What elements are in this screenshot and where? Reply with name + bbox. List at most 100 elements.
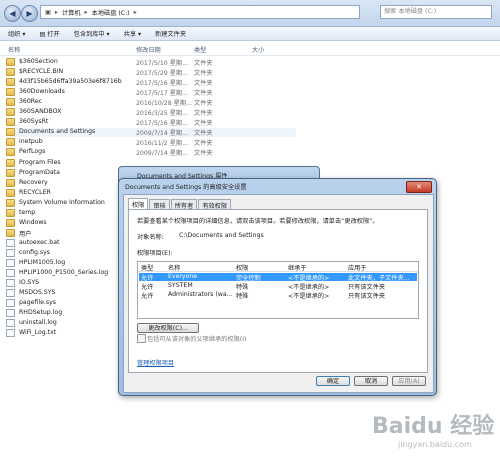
- folder-icon: [6, 158, 15, 167]
- folder-icon: [6, 138, 15, 147]
- change-permissions-button[interactable]: 更改权限(C)...: [137, 323, 199, 333]
- baidu-watermark-url: jingyan.baidu.com: [398, 440, 472, 449]
- folder-icon: [6, 78, 15, 87]
- file-icon: [6, 238, 15, 247]
- breadcrumb[interactable]: ▣ ▸ 计算机 ▸ 本地磁盘 (C:) ▸: [40, 5, 360, 19]
- inherit-checkbox[interactable]: [137, 334, 146, 343]
- file-name: 360Downloads: [19, 88, 65, 96]
- col-type[interactable]: 类型: [194, 45, 206, 54]
- file-type: 文件夹: [194, 130, 213, 138]
- file-name: 4d3f15b65d6ffa39a503e6f8716b: [19, 78, 122, 86]
- list-item[interactable]: $360Section 2017/5/10 星期... 文件夹: [6, 58, 296, 67]
- dialog-body: 权限 审核 所有者 有效权限 若要查看某个权限项目的详细信息，请双击该项目。若要…: [123, 194, 434, 393]
- header-inherited-from[interactable]: 继承于: [288, 263, 307, 272]
- folder-icon: [6, 148, 15, 157]
- manage-permissions-link[interactable]: 管理权限项目: [137, 358, 174, 367]
- list-item[interactable]: PerfLogs 2009/7/14 星期... 文件夹: [6, 148, 296, 157]
- file-name: PerfLogs: [19, 148, 46, 156]
- back-button[interactable]: ◀: [4, 5, 21, 22]
- file-icon: [6, 319, 15, 328]
- permission-entries-table[interactable]: 类型 名称 权限 继承于 应用于 允许 Everyone 完全控制 <不是继承的…: [137, 261, 419, 319]
- folder-icon: [6, 208, 15, 217]
- file-date: 2016/3/25 星期...: [136, 110, 188, 118]
- file-name: 360SysRt: [19, 118, 49, 126]
- file-date: 2017/5/16 星期...: [136, 80, 188, 88]
- search-input[interactable]: 搜索 本地磁盘 (C:): [380, 5, 492, 19]
- file-name: $360Section: [19, 58, 58, 65]
- table-row[interactable]: 允许 Administrators (wa... 特殊 <不是继承的> 只有该文…: [139, 291, 417, 300]
- file-type: 文件夹: [194, 110, 213, 118]
- file-name: System Volume Information: [19, 198, 105, 206]
- info-text: 若要查看某个权限项目的详细信息，请双击该项目。若要修改权限，请单击“更改权限”。: [137, 218, 379, 225]
- file-icon: [6, 279, 15, 288]
- advanced-security-dialog: Documents and Settings 的高级安全设置 ✕ 权限 审核 所…: [118, 178, 437, 396]
- folder-icon: [6, 98, 15, 107]
- file-name: Documents and Settings: [19, 128, 96, 136]
- header-applies-to[interactable]: 应用于: [348, 263, 367, 272]
- table-row[interactable]: 允许 SYSTEM 特殊 <不是继承的> 只有该文件夹: [139, 282, 417, 291]
- close-button[interactable]: ✕: [406, 181, 432, 193]
- list-item[interactable]: inetpub 2016/11/2 星期... 文件夹: [6, 138, 296, 147]
- header-permission[interactable]: 权限: [236, 263, 248, 272]
- inherit-checkbox-label: 包括可从该对象的父项继承的权限(I): [147, 336, 247, 343]
- folder-icon: [6, 218, 15, 227]
- col-name[interactable]: 名称: [8, 45, 20, 54]
- list-item[interactable]: 360SysRt 2017/5/16 星期... 文件夹: [6, 118, 296, 127]
- ok-button[interactable]: 确定: [316, 376, 350, 386]
- file-name: MSDOS.SYS: [19, 289, 56, 297]
- file-type: 文件夹: [194, 120, 213, 128]
- list-item[interactable]: Documents and Settings 2009/7/14 星期... 文件夹: [6, 128, 296, 138]
- file-name: 360SANDBOX: [19, 108, 62, 116]
- column-headers: 名称 修改日期 类型 大小: [0, 43, 500, 56]
- apply-button[interactable]: 应用(A): [392, 376, 426, 386]
- file-name: uninstall.log: [19, 319, 57, 327]
- list-item[interactable]: 4d3f15b65d6ffa39a503e6f8716b 2017/5/16 星期…: [6, 78, 296, 87]
- new-folder-button[interactable]: 新建文件夹: [155, 29, 186, 38]
- file-date: 2017/5/16 星期...: [136, 120, 188, 128]
- folder-icon: [6, 58, 15, 66]
- open-button[interactable]: ▤ 打开: [39, 29, 59, 38]
- file-icon: [6, 248, 15, 257]
- table-row[interactable]: 允许 Everyone 完全控制 <不是继承的> 此文件夹，子文件夹...: [139, 273, 417, 282]
- breadcrumb-local-disk[interactable]: 本地磁盘 (C:): [92, 8, 130, 17]
- file-date: 2017/5/17 星期...: [136, 90, 188, 98]
- file-type: 文件夹: [194, 70, 213, 78]
- folder-icon: [6, 228, 15, 237]
- baidu-watermark: Baidu 经验: [372, 414, 495, 439]
- file-name: $RECYCLE.BIN: [19, 68, 64, 76]
- forward-button[interactable]: ▶: [21, 5, 38, 22]
- breadcrumb-computer[interactable]: 计算机: [62, 8, 81, 17]
- file-name: HPLIP1000_P1500_Series.log: [19, 269, 109, 277]
- file-type: 文件夹: [194, 60, 213, 67]
- share-button[interactable]: 共享 ▾: [124, 29, 141, 38]
- file-name: Windows: [19, 218, 47, 226]
- file-type: 文件夹: [194, 90, 213, 98]
- file-date: 2016/10/28 星期...: [136, 100, 192, 108]
- address-bar: ◀ ▶ ▣ ▸ 计算机 ▸ 本地磁盘 (C:) ▸ 搜索 本地磁盘 (C:): [0, 0, 500, 27]
- file-name: Recovery: [19, 178, 48, 186]
- file-name: Program Files: [19, 158, 61, 166]
- folder-icon: [6, 168, 15, 177]
- list-item[interactable]: 360SANDBOX 2016/3/25 星期... 文件夹: [6, 108, 296, 117]
- list-item[interactable]: 360Rec 2016/10/28 星期... 文件夹: [6, 98, 296, 107]
- col-size[interactable]: 大小: [252, 45, 264, 54]
- file-icon: [6, 299, 15, 308]
- organize-button[interactable]: 组织 ▾: [8, 29, 25, 38]
- file-type: 文件夹: [194, 80, 213, 88]
- file-date: 2016/11/2 星期...: [136, 140, 188, 148]
- file-icon: [6, 269, 15, 278]
- file-name: temp: [19, 208, 36, 216]
- header-type[interactable]: 类型: [141, 263, 153, 272]
- command-bar: 组织 ▾ ▤ 打开 包含到库中 ▾ 共享 ▾ 新建文件夹: [0, 27, 500, 41]
- folder-icon: [6, 108, 15, 117]
- list-item[interactable]: $RECYCLE.BIN 2017/5/29 星期... 文件夹: [6, 68, 296, 77]
- col-date[interactable]: 修改日期: [136, 45, 161, 54]
- include-library-button[interactable]: 包含到库中 ▾: [74, 29, 110, 38]
- file-name: RECYCLER: [19, 188, 51, 196]
- cancel-button[interactable]: 取消: [354, 376, 388, 386]
- folder-icon: [6, 188, 15, 197]
- header-name[interactable]: 名称: [168, 263, 180, 272]
- file-name: RHDSetup.log: [19, 309, 63, 317]
- file-name: pagefile.sys: [19, 299, 56, 307]
- list-item[interactable]: 360Downloads 2017/5/17 星期... 文件夹: [6, 88, 296, 97]
